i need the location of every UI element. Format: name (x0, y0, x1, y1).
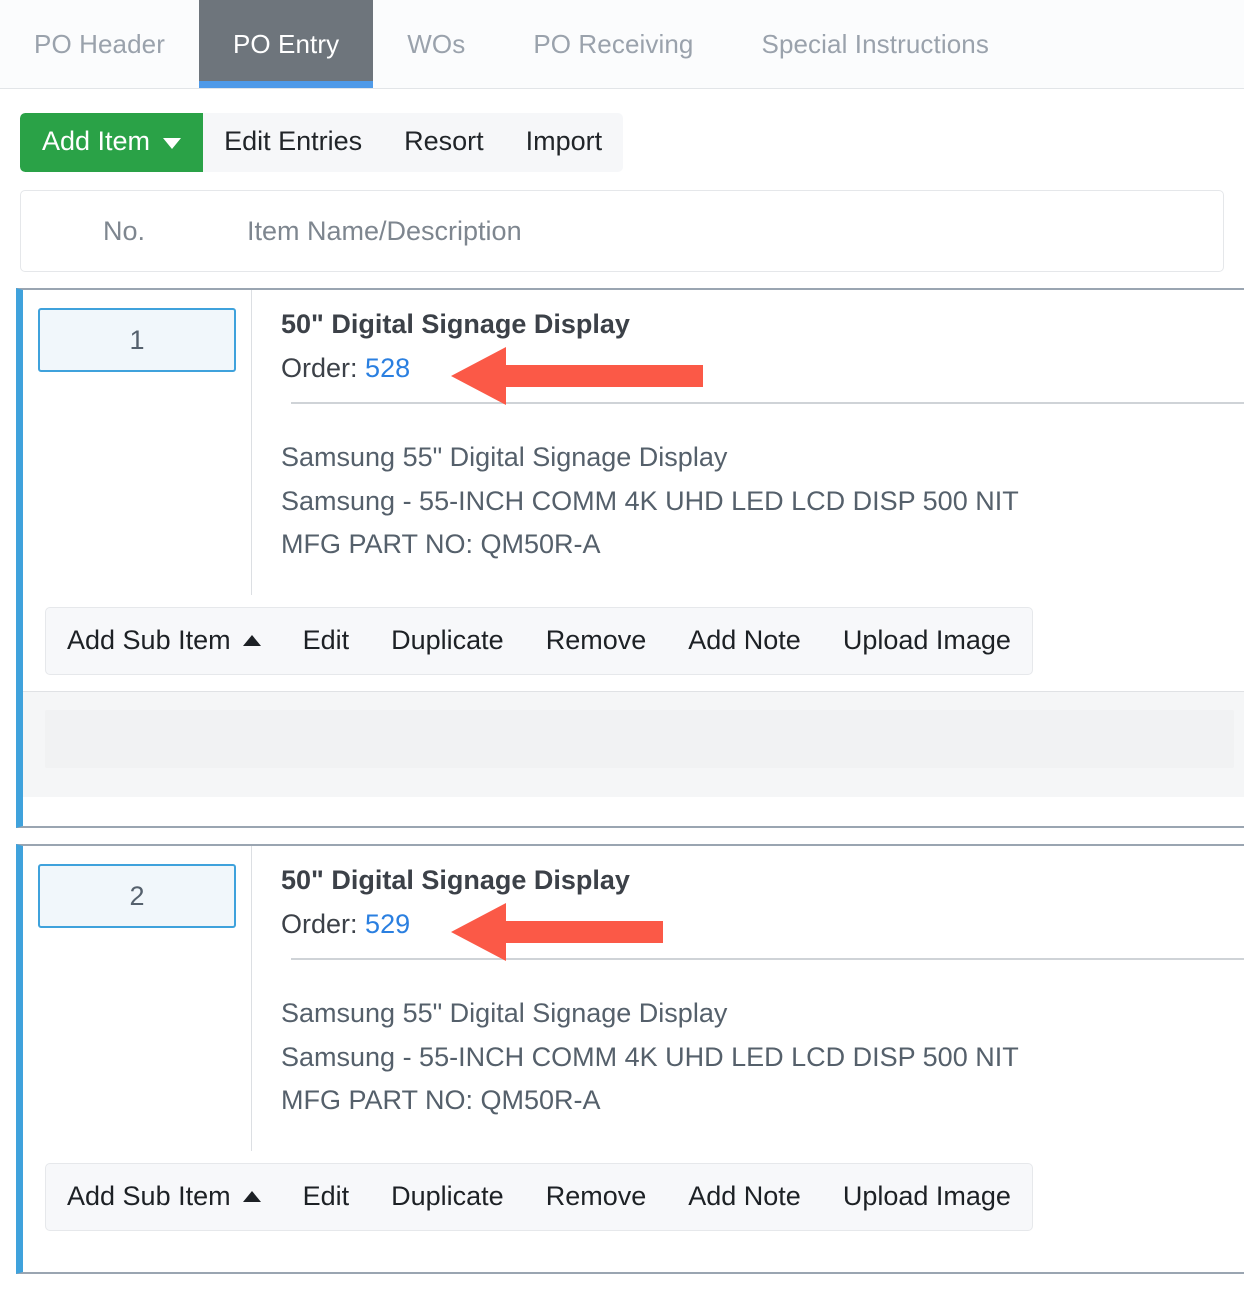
tab-label: PO Header (34, 28, 165, 59)
remove-button[interactable]: Remove (525, 608, 668, 674)
remove-button[interactable]: Remove (525, 1164, 668, 1230)
item-number-column: 1 (23, 290, 252, 595)
item-action-bar: Add Sub Item Edit Duplicate Remove Add N… (45, 606, 1033, 675)
item-description-line: MFG PART NO: QM50R-A (281, 529, 601, 560)
item-number-column: 2 (23, 846, 252, 1151)
resort-button[interactable]: Resort (383, 113, 505, 172)
item-description-block: Samsung 55" Digital Signage Display Sams… (281, 960, 1244, 1151)
chevron-up-icon (242, 635, 261, 647)
column-header-no: No. (102, 215, 146, 246)
item-main-area: 1 50" Digital Signage Display Order: 528… (23, 290, 1244, 595)
item-description-block: Samsung 55" Digital Signage Display Sams… (281, 404, 1244, 595)
toolbar-button-group: Add Item Edit Entries Resort Import (20, 113, 624, 172)
item-description-line: Samsung 55" Digital Signage Display (281, 997, 728, 1028)
tab-po-entry[interactable]: PO Entry (198, 0, 374, 88)
item-number-input[interactable]: 1 (38, 308, 236, 372)
upload-image-button[interactable]: Upload Image (822, 608, 1032, 674)
add-note-button[interactable]: Add Note (667, 1164, 822, 1230)
tab-label: PO Entry (232, 28, 340, 59)
item-description-line: Samsung - 55-INCH COMM 4K UHD LED LCD DI… (281, 485, 1019, 516)
order-label: Order: (281, 353, 358, 384)
order-label: Order: (281, 909, 358, 940)
item-content-column: 50" Digital Signage Display Order: 528 S… (252, 290, 1244, 595)
duplicate-button[interactable]: Duplicate (370, 608, 525, 674)
order-link[interactable]: 529 (365, 909, 410, 939)
item-title: 50" Digital Signage Display (281, 309, 630, 339)
tab-label: Special Instructions (761, 28, 989, 59)
item-description-line: MFG PART NO: QM50R-A (281, 1085, 601, 1116)
column-header-description: Item Name/Description (247, 215, 522, 246)
add-item-label: Add Item (42, 126, 151, 156)
toolbar: Add Item Edit Entries Resort Import (0, 89, 1244, 172)
import-button[interactable]: Import (505, 113, 624, 172)
add-sub-item-button[interactable]: Add Sub Item (46, 608, 282, 674)
add-note-button[interactable]: Add Note (667, 608, 822, 674)
sub-item-placeholder (45, 709, 1234, 768)
item-main-area: 2 50" Digital Signage Display Order: 529… (23, 846, 1244, 1151)
item-row: 1 50" Digital Signage Display Order: 528… (16, 288, 1244, 828)
duplicate-button[interactable]: Duplicate (370, 1164, 525, 1230)
chevron-up-icon (242, 1191, 261, 1203)
item-action-zone: Add Sub Item Edit Duplicate Remove Add N… (23, 1150, 1244, 1247)
tab-po-receiving[interactable]: PO Receiving (499, 0, 727, 88)
add-sub-item-button[interactable]: Add Sub Item (46, 1164, 282, 1230)
tab-bar: PO Header PO Entry WOs PO Receiving Spec… (0, 0, 1244, 89)
chevron-down-icon (163, 137, 182, 149)
item-number-input[interactable]: 2 (38, 864, 236, 928)
tab-label: PO Receiving (533, 28, 694, 59)
item-description-line: Samsung - 55-INCH COMM 4K UHD LED LCD DI… (281, 1041, 1019, 1072)
add-sub-item-label: Add Sub Item (67, 1181, 231, 1212)
sub-item-panel (23, 690, 1244, 797)
add-item-button[interactable]: Add Item (20, 113, 204, 172)
item-action-zone: Add Sub Item Edit Duplicate Remove Add N… (23, 594, 1244, 691)
upload-image-button[interactable]: Upload Image (822, 1164, 1032, 1230)
edit-entries-button[interactable]: Edit Entries (203, 113, 383, 172)
tab-label: WOs (407, 28, 466, 59)
item-order-line: Order: 528 (281, 352, 1244, 384)
tab-wos[interactable]: WOs (373, 0, 499, 88)
add-sub-item-label: Add Sub Item (67, 625, 231, 656)
item-action-bar: Add Sub Item Edit Duplicate Remove Add N… (45, 1162, 1033, 1231)
item-description-line: Samsung 55" Digital Signage Display (281, 441, 728, 472)
edit-button[interactable]: Edit (282, 1164, 371, 1230)
order-link[interactable]: 528 (365, 353, 410, 383)
item-title: 50" Digital Signage Display (281, 865, 630, 895)
edit-button[interactable]: Edit (282, 608, 371, 674)
item-order-line: Order: 529 (281, 908, 1244, 940)
item-row: 2 50" Digital Signage Display Order: 529… (16, 844, 1244, 1274)
tab-po-header[interactable]: PO Header (0, 0, 199, 88)
table-column-header: No. Item Name/Description (20, 190, 1224, 272)
tab-special-instructions[interactable]: Special Instructions (728, 0, 1023, 88)
item-content-column: 50" Digital Signage Display Order: 529 S… (252, 846, 1244, 1151)
